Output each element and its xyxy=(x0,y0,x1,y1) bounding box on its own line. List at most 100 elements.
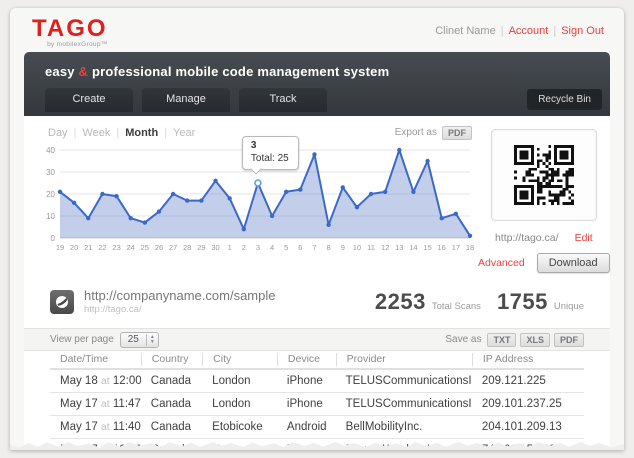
chart-tooltip: 3 Total: 25 xyxy=(241,136,299,175)
range-year[interactable]: Year xyxy=(173,127,195,139)
nav-tabs: Create Manage Track xyxy=(24,87,610,112)
cell-country: Canada xyxy=(150,375,192,387)
link-separator: | xyxy=(500,25,504,37)
scan-summary-row: http://companyname.com/sample http://tag… xyxy=(24,273,610,328)
download-button[interactable]: Download xyxy=(536,253,610,273)
edit-link[interactable]: Edit xyxy=(575,232,593,244)
col-header-date-time: Date/Time xyxy=(60,353,109,365)
page-size-select[interactable]: 25 ▲ ▼ xyxy=(119,331,159,348)
cell-city: Etobicoke xyxy=(212,421,263,433)
range-day[interactable]: Day xyxy=(48,127,68,139)
col-header-country: Country xyxy=(140,353,202,366)
recycle-bin-button[interactable]: Recycle Bin xyxy=(527,89,602,110)
tab-create[interactable]: Create xyxy=(45,87,133,112)
save-as-txt-button[interactable]: TXT xyxy=(487,332,517,347)
export-pdf-button[interactable]: PDF xyxy=(442,125,472,140)
tab-manage[interactable]: Manage xyxy=(142,87,230,112)
page-size-value: 25 xyxy=(127,334,139,345)
short-url: http://tago.ca/ xyxy=(84,303,142,315)
svg-text:13: 13 xyxy=(395,243,403,252)
export-group: Export as PDF xyxy=(394,125,472,140)
col-header-city: City xyxy=(202,353,277,366)
qr-code-image xyxy=(513,145,574,205)
svg-text:19: 19 xyxy=(56,243,64,252)
range-month[interactable]: Month xyxy=(125,127,158,139)
scan-stats: 2253 Total Scans 1755 Unique xyxy=(375,289,584,315)
account-link[interactable]: Account xyxy=(509,25,549,37)
svg-text:22: 22 xyxy=(98,243,106,252)
svg-text:10: 10 xyxy=(353,243,361,252)
qr-short-url: http://tago.ca/ xyxy=(494,232,559,244)
app-window: TAGO by mobilexGroup™ Clinet Name | Accoun… xyxy=(10,8,624,450)
svg-text:9: 9 xyxy=(341,243,345,252)
unique-scans-value: 1755 xyxy=(496,288,548,314)
svg-text:4: 4 xyxy=(270,243,274,252)
save-as-group: Save as TXT XLS PDF xyxy=(445,332,584,347)
banner: easy & professional mobile code manageme… xyxy=(24,52,610,116)
export-as-label: Export as xyxy=(394,127,437,138)
cell-city: London xyxy=(212,398,251,410)
range-separator: | xyxy=(73,126,77,139)
range-filters: Day | Week | Month | Year xyxy=(48,127,195,139)
ampersand: & xyxy=(78,64,89,79)
svg-text:8: 8 xyxy=(327,243,331,252)
tooltip-title: 3 xyxy=(250,140,257,151)
qr-url-row: http://tago.ca/ Edit xyxy=(478,232,610,244)
svg-text:10: 10 xyxy=(46,212,55,221)
total-scans-value: 2253 xyxy=(374,288,426,314)
table-controls: View per page 25 ▲ ▼ Save as TXT XLS PDF xyxy=(24,328,610,351)
top-header: TAGO by mobilexGroup™ Clinet Name | Accoun… xyxy=(10,8,624,52)
cell-ip: 204.101.209.13 xyxy=(481,421,562,433)
svg-text:27: 27 xyxy=(169,243,177,252)
chart-wrap: 0 10 20 30 40 19 20 21 22 23 24 25 26 27 28 29 30 1 2 3 4 5 6 7… xyxy=(32,136,478,254)
svg-text:3: 3 xyxy=(256,243,260,252)
analytics-section: Day | Week | Month | Year Export as PDF 0 10 20 3… xyxy=(24,116,610,273)
link-separator: | xyxy=(553,25,557,37)
scans-table: Date/Time Country City Device Provider IP Add… xyxy=(24,351,610,450)
qr-card xyxy=(490,129,597,221)
advanced-link[interactable]: Advanced xyxy=(478,257,525,269)
range-separator: | xyxy=(116,126,120,139)
svg-text:6: 6 xyxy=(298,243,302,252)
select-arrows-icon: ▲ ▼ xyxy=(145,333,158,346)
range-week[interactable]: Week xyxy=(82,127,110,139)
unique-scans-label: Unique xyxy=(553,300,584,312)
svg-text:17: 17 xyxy=(452,243,460,252)
save-as-xls-button[interactable]: XLS xyxy=(520,332,550,347)
format-chips: TXT XLS PDF xyxy=(487,332,584,347)
cell-datetime: May 17 at 11:40pm xyxy=(60,421,141,433)
save-as-pdf-button[interactable]: PDF xyxy=(554,332,584,347)
svg-text:23: 23 xyxy=(112,243,120,252)
svg-text:2: 2 xyxy=(242,243,246,252)
svg-text:30: 30 xyxy=(46,168,55,177)
svg-text:14: 14 xyxy=(409,243,417,252)
chart-column: Day | Week | Month | Year Export as PDF 0 10 20 3… xyxy=(32,121,478,273)
tago-logo[interactable]: TAGO xyxy=(32,17,108,41)
svg-text:25: 25 xyxy=(141,243,149,252)
save-as-label: Save as xyxy=(445,334,482,345)
cell-country: Canada xyxy=(150,398,192,410)
tab-track[interactable]: Track xyxy=(239,87,327,112)
table-row[interactable]: May 17 at 11:40pm Canada Etobicoke Android B… xyxy=(50,416,584,439)
col-header-ip-address: IP Address xyxy=(471,353,584,366)
table-row[interactable]: May 17 at 11:47pm Canada London iPhone TELUS… xyxy=(50,393,584,416)
table-body: May 18 at 12:00am Canada London iPhone TELUS… xyxy=(50,370,584,450)
logo-subtitle: by mobilexGroup™ xyxy=(47,41,108,48)
client-name-label: Clinet Name xyxy=(435,25,496,37)
svg-text:7: 7 xyxy=(312,243,316,252)
cell-ip: 209.101.237.25 xyxy=(481,398,562,410)
logo-block[interactable]: TAGO by mobilexGroup™ xyxy=(32,17,108,49)
qr-actions: Advanced Download xyxy=(478,253,610,273)
cell-city: London xyxy=(212,375,251,387)
svg-text:12: 12 xyxy=(381,243,389,252)
svg-text:40: 40 xyxy=(46,146,55,155)
sign-out-link[interactable]: Sign Out xyxy=(561,25,604,37)
target-url[interactable]: http://companyname.com/sample xyxy=(84,288,275,304)
cell-datetime: May 17 at 11:47pm xyxy=(60,398,141,410)
total-scans-label: Total Scans xyxy=(431,300,481,312)
svg-text:20: 20 xyxy=(46,190,55,199)
svg-text:1: 1 xyxy=(228,243,232,252)
svg-text:21: 21 xyxy=(84,243,92,252)
table-row[interactable]: May 18 at 12:00am Canada London iPhone TELUS… xyxy=(50,370,584,393)
view-per-page-group: View per page 25 ▲ ▼ xyxy=(50,331,159,348)
